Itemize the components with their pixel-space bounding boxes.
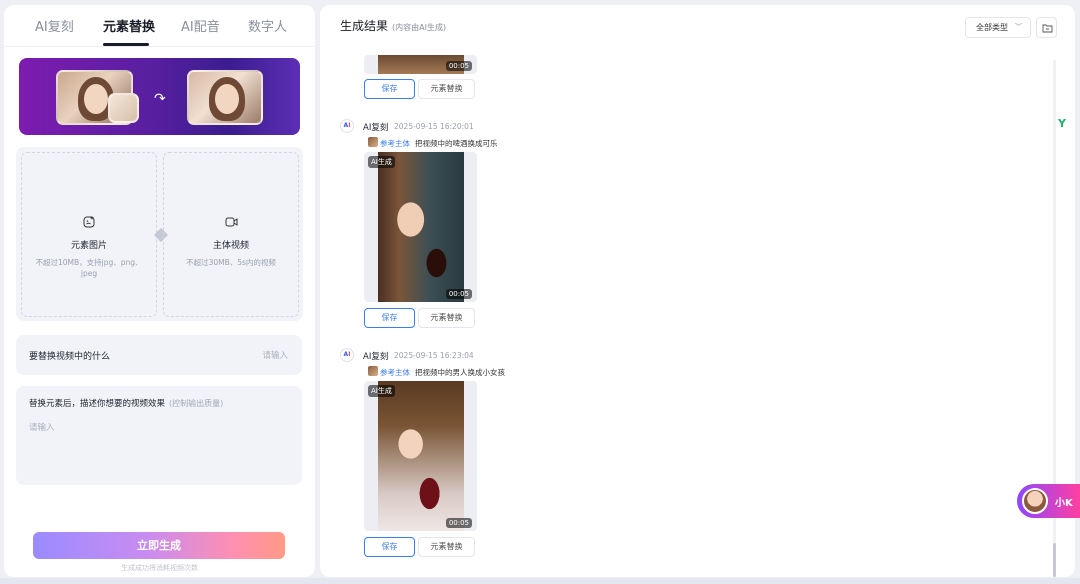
element-replace-button[interactable]: 元素替换 <box>418 537 475 557</box>
message-author: AI复刻 <box>363 123 389 133</box>
replace-target-input[interactable]: 请输入 <box>262 349 288 361</box>
generate-button[interactable]: 立即生成 <box>33 532 285 559</box>
folder-icon <box>1042 24 1053 33</box>
upload-subject-video[interactable]: 主体视频 不超过30MB、5s内的视频 <box>163 152 299 317</box>
ai-generated-tag: AI生成 <box>368 156 395 168</box>
effect-description-field[interactable]: 替换元素后，描述你想要的视频效果 (控制输出质量) 请输入 <box>16 386 302 485</box>
results-panel: 生成结果 (内容由AI生成) 全部类型 ﹀ 00:05 保存 元素替换 AI AI… <box>320 5 1075 577</box>
effect-label-text: 替换元素后，描述你想要的视频效果 <box>29 399 166 409</box>
active-tab-indicator <box>103 43 149 46</box>
ai-generated-tag: AI生成 <box>368 385 395 397</box>
effect-label-hint: (控制输出质量) <box>169 399 224 408</box>
results-scrollbar-thumb[interactable] <box>1053 543 1056 577</box>
results-title-text: 生成结果 <box>340 19 389 33</box>
save-button[interactable]: 保存 <box>364 79 415 99</box>
assistant-widget[interactable]: 小K <box>1017 484 1080 518</box>
left-panel: AI复刻 元素替换 AI配音 数字人 ↷ 元素图片 不超过10MB，支持jpg、… <box>4 5 315 577</box>
image-plus-icon <box>22 216 156 231</box>
reference-thumbnail <box>368 366 378 376</box>
banner-element-image <box>108 93 139 123</box>
result-video-0[interactable]: 00:05 <box>364 55 477 74</box>
reference-label: 参考主体 <box>380 368 410 377</box>
upload-video-desc: 不超过30MB、5s内的视频 <box>186 258 276 267</box>
upload-video-title: 主体视频 <box>212 241 249 251</box>
video-thumbnail <box>378 381 464 531</box>
assistant-avatar <box>1022 488 1048 514</box>
upload-element-title: 元素图片 <box>70 241 107 251</box>
upload-element-desc: 不超过10MB，支持jpg、png、jpeg <box>35 258 143 278</box>
element-replace-button[interactable]: 元素替换 <box>418 79 475 99</box>
reference-prompt: 把视频中的啤酒换成可乐 <box>415 139 498 148</box>
tab-bar: AI复刻 元素替换 AI配音 数字人 <box>4 5 315 47</box>
ai-avatar-icon: AI <box>340 348 354 362</box>
replace-target-label: 要替换视频中的什么 <box>29 352 111 362</box>
result-video-2[interactable]: AI生成 00:05 <box>364 381 477 531</box>
tab-element-replace[interactable]: 元素替换 <box>103 16 155 35</box>
reference-label: 参考主体 <box>380 139 410 148</box>
effect-description-input[interactable]: 请输入 <box>29 421 55 433</box>
banner-result-image <box>187 70 263 125</box>
effect-description-label: 替换元素后，描述你想要的视频效果 (控制输出质量) <box>29 397 223 409</box>
results-title: 生成结果 (内容由AI生成) <box>340 17 446 34</box>
reference-thumbnail <box>368 137 378 147</box>
tab-digital-human[interactable]: 数字人 <box>248 16 287 35</box>
bottom-bar <box>0 578 1080 584</box>
ai-avatar-icon: AI <box>340 119 354 133</box>
message-time: 2025-09-15 16:23:04 <box>394 351 474 360</box>
generate-note: 生成成功将消耗视频次数 <box>121 564 198 572</box>
upload-element-image[interactable]: 元素图片 不超过10MB，支持jpg、png、jpeg <box>21 152 157 317</box>
video-duration: 00:05 <box>445 518 472 528</box>
side-logo-icon[interactable]: Y <box>1055 117 1069 131</box>
upload-area: 元素图片 不超过10MB，支持jpg、png、jpeg 主体视频 不超过30MB… <box>16 147 303 321</box>
replace-target-field[interactable]: 要替换视频中的什么 请输入 <box>16 335 302 375</box>
message-author: AI复刻 <box>363 352 389 362</box>
tab-ai-dubbing[interactable]: AI配音 <box>181 16 220 35</box>
save-button[interactable]: 保存 <box>364 308 415 328</box>
video-duration: 00:05 <box>445 61 472 71</box>
assistant-label: 小K <box>1055 498 1073 509</box>
video-duration: 00:05 <box>445 289 472 299</box>
video-thumbnail <box>378 152 464 302</box>
tab-ai-copy[interactable]: AI复刻 <box>35 16 74 35</box>
folder-button[interactable] <box>1036 17 1057 38</box>
feature-banner: ↷ <box>19 58 300 135</box>
type-filter-value: 全部类型 <box>976 23 1008 32</box>
element-replace-button[interactable]: 元素替换 <box>418 308 475 328</box>
chevron-down-icon: ﹀ <box>1015 23 1022 31</box>
arrow-right-icon: ↷ <box>154 91 166 107</box>
message-time: 2025-09-15 16:20:01 <box>394 122 474 131</box>
video-icon <box>164 216 298 231</box>
result-video-1[interactable]: AI生成 00:05 <box>364 152 477 302</box>
save-button[interactable]: 保存 <box>364 537 415 557</box>
type-filter-select[interactable]: 全部类型 ﹀ <box>965 17 1031 38</box>
results-subtitle: (内容由AI生成) <box>392 23 447 32</box>
reference-prompt: 把视频中的男人换成小女孩 <box>415 368 505 377</box>
